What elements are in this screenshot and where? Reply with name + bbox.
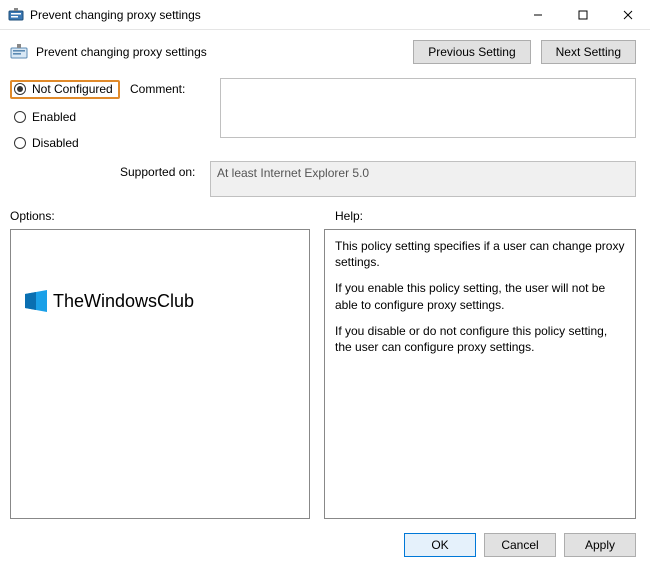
help-paragraph: If you disable or do not configure this … [335, 323, 625, 355]
radio-label: Disabled [32, 136, 79, 150]
comment-label: Comment: [130, 78, 210, 96]
help-label: Help: [335, 209, 363, 223]
window-controls [515, 0, 650, 29]
radio-dot-icon [14, 137, 26, 149]
watermark-text: TheWindowsClub [53, 291, 194, 312]
comment-input[interactable] [220, 78, 636, 138]
window-title: Prevent changing proxy settings [30, 8, 515, 22]
policy-icon [8, 7, 24, 23]
ok-button[interactable]: OK [404, 533, 476, 557]
header-row: Prevent changing proxy settings Previous… [0, 30, 650, 70]
radio-label: Enabled [32, 110, 76, 124]
radio-disabled[interactable]: Disabled [10, 135, 120, 151]
next-setting-button[interactable]: Next Setting [541, 40, 636, 64]
cancel-button[interactable]: Cancel [484, 533, 556, 557]
watermark: TheWindowsClub [25, 290, 194, 312]
supported-row: Supported on: At least Internet Explorer… [0, 155, 650, 207]
supported-on-value: At least Internet Explorer 5.0 [210, 161, 636, 197]
lower-labels: Options: Help: [0, 207, 650, 227]
radio-dot-icon [14, 83, 26, 95]
watermark-logo-icon [25, 290, 47, 312]
supported-on-label: Supported on: [120, 161, 200, 179]
apply-button[interactable]: Apply [564, 533, 636, 557]
options-label: Options: [10, 209, 315, 223]
minimize-button[interactable] [515, 0, 560, 30]
help-paragraph: If you enable this policy setting, the u… [335, 280, 625, 312]
titlebar: Prevent changing proxy settings [0, 0, 650, 30]
policy-header-icon [10, 43, 28, 61]
help-pane: This policy setting specifies if a user … [324, 229, 636, 519]
radio-not-configured[interactable]: Not Configured [10, 80, 120, 99]
footer: OK Cancel Apply [0, 527, 650, 567]
radio-dot-icon [14, 111, 26, 123]
state-radio-group: Not Configured Enabled Disabled [10, 78, 120, 151]
policy-name: Prevent changing proxy settings [36, 45, 207, 59]
radio-label: Not Configured [32, 82, 113, 96]
close-button[interactable] [605, 0, 650, 30]
previous-setting-button[interactable]: Previous Setting [413, 40, 530, 64]
radio-enabled[interactable]: Enabled [10, 109, 120, 125]
config-area: Not Configured Enabled Disabled Comment: [0, 70, 650, 155]
help-paragraph: This policy setting specifies if a user … [335, 238, 625, 270]
maximize-button[interactable] [560, 0, 605, 30]
lower-panes: TheWindowsClub This policy setting speci… [0, 227, 650, 527]
options-pane: TheWindowsClub [10, 229, 310, 519]
